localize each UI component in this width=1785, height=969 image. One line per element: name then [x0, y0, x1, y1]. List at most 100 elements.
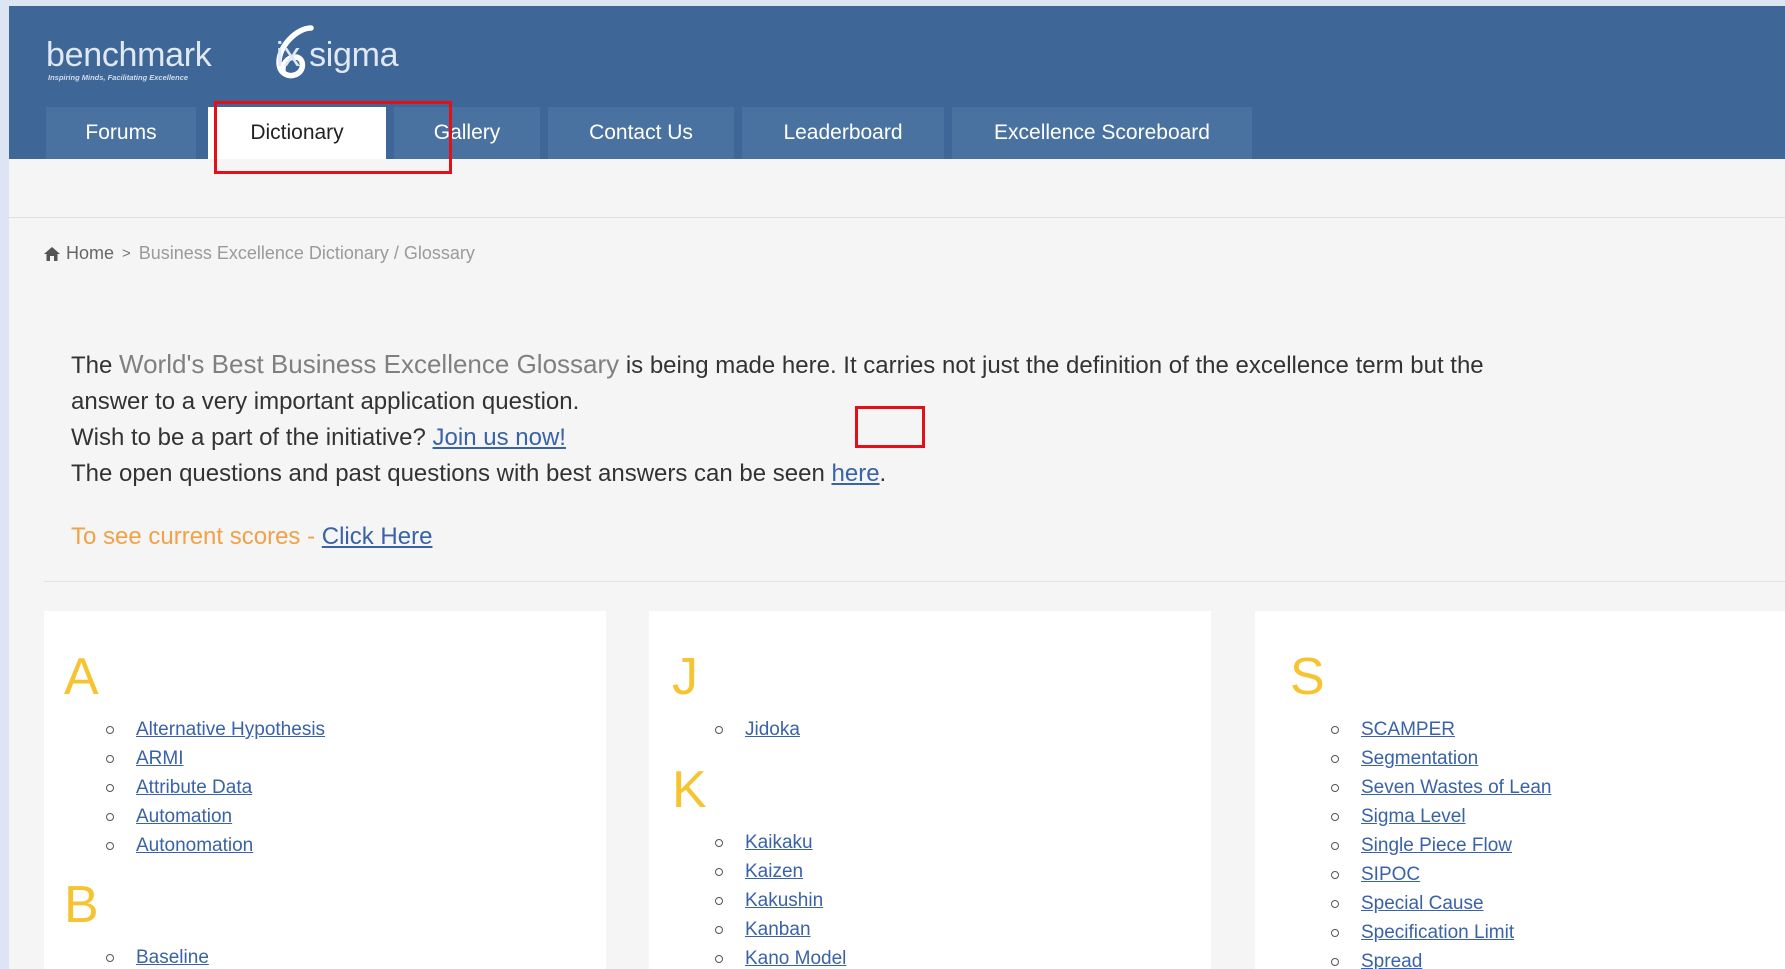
home-icon — [44, 246, 60, 261]
bullet-icon — [715, 897, 723, 905]
bullet-icon — [715, 839, 723, 847]
term-link[interactable]: Sigma Level — [1361, 806, 1466, 827]
bullet-icon — [1331, 784, 1339, 792]
term-list-b: Baseline — [106, 947, 209, 969]
bullet-icon — [106, 755, 114, 763]
intro-line-4-period: . — [879, 460, 887, 487]
term-link[interactable]: Kaizen — [745, 861, 803, 882]
breadcrumb-current: Business Excellence Dictionary / Glossar… — [138, 243, 475, 263]
list-item: Sigma Level — [1331, 806, 1551, 835]
tab-leaderboard[interactable]: Leaderboard — [742, 107, 944, 159]
term-link[interactable]: Attribute Data — [136, 777, 252, 798]
list-item: Kaikaku — [715, 832, 846, 861]
glossary-column-2: J Jidoka K Kaikaku Kaizen Kakushin Kanba… — [649, 611, 1211, 969]
list-item: ARMI — [106, 748, 325, 777]
intro-line-1-start: The — [71, 352, 120, 379]
list-item: Specification Limit — [1331, 922, 1551, 951]
list-item: Seven Wastes of Lean — [1331, 777, 1551, 806]
letter-heading-b: B — [64, 876, 99, 934]
list-item: Kanban — [715, 919, 846, 948]
term-link[interactable]: Jidoka — [745, 719, 800, 740]
term-list-j: Jidoka — [715, 719, 800, 748]
term-list-s: SCAMPER Segmentation Seven Wastes of Lea… — [1331, 719, 1551, 969]
intro-line-1: The World's Best Business Excellence Glo… — [71, 346, 1771, 384]
divider-middle — [44, 581, 1785, 582]
bullet-icon — [106, 726, 114, 734]
bullet-icon — [1331, 755, 1339, 763]
letter-heading-s: S — [1290, 648, 1325, 706]
intro-line-3: Wish to be a part of the initiative? Joi… — [71, 420, 1771, 456]
intro-line-1-end: is being made here. It carries not just … — [619, 352, 1484, 379]
term-link[interactable]: Segmentation — [1361, 748, 1478, 769]
logo-text-benchmark: benchmark — [46, 36, 212, 74]
term-link[interactable]: Kano Model — [745, 948, 846, 969]
site-logo[interactable]: benchmark ix sigma Inspiring Minds, Faci… — [46, 24, 466, 84]
list-item: Attribute Data — [106, 777, 325, 806]
bullet-icon — [1331, 871, 1339, 879]
here-link[interactable]: here — [832, 460, 880, 487]
letter-heading-j: J — [672, 648, 698, 706]
letter-heading-k: K — [672, 761, 707, 819]
term-link[interactable]: Kaikaku — [745, 832, 813, 853]
term-link[interactable]: Automation — [136, 806, 232, 827]
term-link[interactable]: ARMI — [136, 748, 184, 769]
breadcrumb-home-label: Home — [66, 243, 115, 263]
tab-dictionary[interactable]: Dictionary — [208, 107, 386, 159]
term-link[interactable]: Autonomation — [136, 835, 253, 856]
tab-excellence-scoreboard[interactable]: Excellence Scoreboard — [952, 107, 1252, 159]
term-list-k: Kaikaku Kaizen Kakushin Kanban Kano Mode… — [715, 832, 846, 969]
click-here-link[interactable]: Click Here — [322, 523, 433, 550]
list-item: SIPOC — [1331, 864, 1551, 893]
term-link[interactable]: Spread — [1361, 951, 1422, 969]
breadcrumb-separator: > — [122, 245, 131, 262]
list-item: Autonomation — [106, 835, 325, 864]
term-link[interactable]: Alternative Hypothesis — [136, 719, 325, 740]
logo-tagline: Inspiring Minds, Facilitating Excellence — [48, 73, 189, 82]
term-link[interactable]: Specification Limit — [1361, 922, 1514, 943]
bullet-icon — [715, 955, 723, 963]
bullet-icon — [1331, 958, 1339, 966]
bullet-icon — [1331, 900, 1339, 908]
bullet-icon — [715, 726, 723, 734]
breadcrumb: Home > Business Excellence Dictionary / … — [44, 243, 475, 264]
bullet-icon — [1331, 726, 1339, 734]
tab-gallery[interactable]: Gallery — [394, 107, 540, 159]
term-link[interactable]: Seven Wastes of Lean — [1361, 777, 1551, 798]
list-item: Baseline — [106, 947, 209, 969]
breadcrumb-home-link[interactable]: Home — [44, 243, 114, 264]
glossary-column-3: S SCAMPER Segmentation Seven Wastes of L… — [1255, 611, 1785, 969]
term-link[interactable]: Baseline — [136, 947, 209, 968]
list-item: Kano Model — [715, 948, 846, 969]
logo-text-ix-sigma: ix sigma — [276, 36, 399, 74]
bullet-icon — [106, 813, 114, 821]
term-link[interactable]: Single Piece Flow — [1361, 835, 1512, 856]
term-link[interactable]: Kanban — [745, 919, 811, 940]
list-item: Single Piece Flow — [1331, 835, 1551, 864]
term-link[interactable]: SIPOC — [1361, 864, 1420, 885]
bullet-icon — [1331, 842, 1339, 850]
bullet-icon — [715, 926, 723, 934]
scores-text: To see current scores - — [71, 523, 322, 550]
list-item: Spread — [1331, 951, 1551, 969]
tab-forums[interactable]: Forums — [46, 107, 196, 159]
list-item: Automation — [106, 806, 325, 835]
tab-contact-us[interactable]: Contact Us — [548, 107, 734, 159]
current-scores: To see current scores - Click Here — [71, 523, 432, 551]
intro-line-2: answer to a very important application q… — [71, 388, 580, 415]
letter-heading-a: A — [64, 648, 99, 706]
page-frame: benchmark ix sigma Inspiring Minds, Faci… — [9, 6, 1785, 969]
divider-top — [9, 217, 1785, 218]
term-link[interactable]: SCAMPER — [1361, 719, 1455, 740]
term-link[interactable]: Special Cause — [1361, 893, 1484, 914]
intro-line-4-text: The open questions and past questions wi… — [71, 460, 832, 487]
bullet-icon — [106, 842, 114, 850]
list-item: Kakushin — [715, 890, 846, 919]
join-us-link[interactable]: Join us now! — [433, 424, 566, 451]
bullet-icon — [106, 954, 114, 962]
term-link[interactable]: Kakushin — [745, 890, 823, 911]
term-list-a: Alternative Hypothesis ARMI Attribute Da… — [106, 719, 325, 864]
intro-highlight: World's Best Business Excellence Glossar… — [119, 349, 620, 379]
list-item: Jidoka — [715, 719, 800, 748]
bullet-icon — [1331, 929, 1339, 937]
intro-text: The World's Best Business Excellence Glo… — [71, 346, 1771, 492]
